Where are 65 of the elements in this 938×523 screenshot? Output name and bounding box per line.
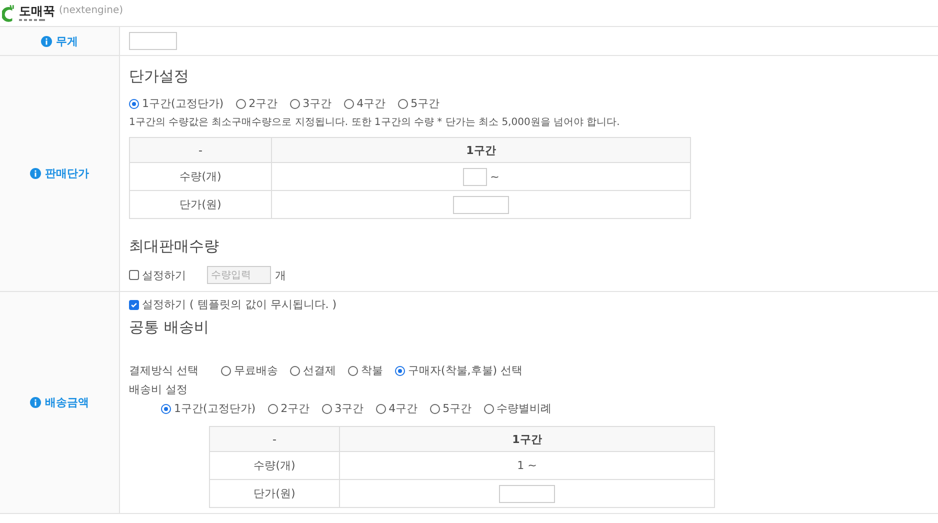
field-label: 배송금액 <box>45 395 89 410</box>
radio-button[interactable] <box>322 404 332 414</box>
radio-label: 5구간 <box>410 96 440 111</box>
checkbox-label: 설정하기 ( 템플릿의 값이 무시됩니다. ) <box>142 297 337 312</box>
radio-button[interactable] <box>221 366 231 376</box>
field-label: 판매단가 <box>45 166 89 181</box>
radio-label: 2구간 <box>248 96 278 111</box>
quantity-value: 1 ~ <box>517 459 537 472</box>
section-title: 최대판매수량 <box>129 237 220 256</box>
radio-button[interactable] <box>290 366 300 376</box>
unit-text: 개 <box>275 268 286 282</box>
radio-label: 착불 <box>361 363 383 378</box>
logo-tagline-drawing <box>19 19 45 21</box>
radio-button[interactable] <box>161 404 171 414</box>
radio-button[interactable] <box>344 98 354 108</box>
field-label: 배송비 설정 <box>129 382 188 397</box>
column-header: 1구간 <box>512 432 542 446</box>
radio-label: 1구간(고정단가) <box>142 96 224 111</box>
radio-label: 2구간 <box>280 401 310 416</box>
column-header: - <box>198 144 202 156</box>
checkbox[interactable] <box>129 300 139 310</box>
radio-label: 1구간(고정단가) <box>174 401 256 416</box>
radio-label: 3구간 <box>334 401 364 416</box>
section-title: 단가설정 <box>129 67 190 86</box>
radio-label: 수량별비례 <box>496 401 552 416</box>
column-header: 1구간 <box>466 144 496 156</box>
radio-label: 4구간 <box>388 401 418 416</box>
logo-icon <box>2 4 15 22</box>
note-text: 1구간의 수량값은 최소구매수량으로 지정됩니다. 또한 1구간의 수량 * 단가는 최소 5,000원을 넘어야 합니다. <box>129 116 621 129</box>
row-label: 수량(개) <box>180 170 222 183</box>
weight-input[interactable] <box>129 32 177 50</box>
radio-label: 구매자(착불,후불) 선택 <box>408 363 523 378</box>
radio-button[interactable] <box>430 404 440 414</box>
info-icon <box>30 397 41 408</box>
checkbox-label: 설정하기 <box>142 268 186 282</box>
radio-button[interactable] <box>484 404 494 414</box>
radio-button[interactable] <box>395 366 405 376</box>
logo-text: 도매꾹 <box>19 5 55 17</box>
info-icon <box>30 168 41 179</box>
radio-button[interactable] <box>290 98 300 108</box>
quantity-input[interactable] <box>462 168 487 186</box>
price-input[interactable] <box>453 196 509 214</box>
subtitle-text: (nextengine) <box>59 4 124 16</box>
field-label: 무게 <box>56 34 78 48</box>
price-input[interactable] <box>499 484 555 502</box>
radio-button[interactable] <box>348 366 358 376</box>
radio-button[interactable] <box>398 98 408 108</box>
radio-button[interactable] <box>268 404 278 414</box>
field-label: 결제방식 선택 <box>129 363 200 378</box>
row-label: 단가(원) <box>180 198 222 211</box>
radio-label: 선결제 <box>303 363 336 378</box>
row-label: 수량(개) <box>254 459 296 472</box>
radio-label: 무료배송 <box>234 363 278 378</box>
radio-button[interactable] <box>236 98 246 108</box>
radio-label: 4구간 <box>356 96 386 111</box>
tilde-text: ~ <box>490 170 500 183</box>
section-title: 공통 배송비 <box>129 318 210 337</box>
radio-label: 3구간 <box>302 96 332 111</box>
radio-button[interactable] <box>376 404 386 414</box>
row-label: 단가(원) <box>254 487 296 500</box>
checkbox[interactable] <box>129 270 139 280</box>
column-header: - <box>272 432 276 446</box>
radio-button[interactable] <box>129 98 139 108</box>
radio-label: 5구간 <box>442 401 472 416</box>
info-icon <box>41 36 52 46</box>
